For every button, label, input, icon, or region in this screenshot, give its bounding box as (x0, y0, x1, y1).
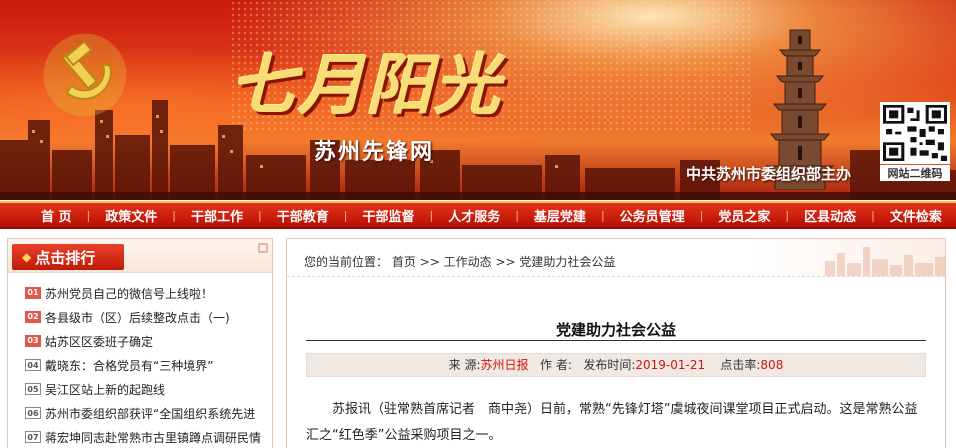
ranking-link[interactable]: 苏州市委组织部获评“全国组织系统先进 (45, 405, 255, 422)
breadcrumb-prefix: 您的当前位置： (304, 255, 389, 269)
nav-item-policy[interactable]: 政策文件 | (90, 203, 176, 227)
nav-item-cadre-education[interactable]: 干部教育 | (262, 203, 348, 227)
nav-item-talent[interactable]: 人才服务 | (433, 203, 519, 227)
list-item[interactable]: 07 蒋宏坤同志赴常熟市古里镇蹲点调研民情 (25, 425, 272, 448)
list-item[interactable]: 05 吴江区站上新的起跑线 (25, 377, 272, 401)
sponsor-text: 中共苏州市委组织部主办 (686, 165, 852, 183)
site-logo-title: 七月阳光 (230, 46, 502, 124)
rank-number-badge: 01 (25, 287, 41, 299)
author-label: 作 者: (540, 358, 572, 372)
list-item[interactable]: 06 苏州市委组织部获评“全国组织系统先进 (25, 401, 272, 425)
rank-number-badge: 06 (25, 407, 41, 419)
breadcrumb-path: 您的当前位置： 首页 >> 工作动态 >> 党建助力社会公益 (304, 253, 615, 270)
main-nav: 首 页 | 政策文件 | 干部工作 | 干部教育 | 干部监督 | 人才服务 | 基层党建 |… (0, 201, 956, 229)
ranking-link[interactable]: 苏州党员自己的微信号上线啦！ (45, 285, 213, 302)
nav-link[interactable]: 政策文件 (90, 206, 172, 225)
nav-link[interactable]: 文件检索 (875, 206, 956, 225)
nav-link[interactable]: 首 页 (26, 206, 87, 225)
nav-item-doc-search[interactable]: 文件检索 (875, 203, 956, 227)
site-name: 苏州先锋网 (314, 140, 435, 165)
ranking-link[interactable]: 戴晓东：合格党员有“三种境界” (45, 357, 213, 374)
hit-count: 808 (760, 358, 784, 372)
article-meta-bar: 来 源:苏州日报 作 者: 发布时间:2019-01-21 点击率:808 (306, 353, 926, 377)
nav-item-civil-service[interactable]: 公务员管理 | (605, 203, 704, 227)
rank-number-badge: 04 (25, 359, 41, 371)
star-icon: ◆ (22, 250, 32, 264)
nav-link[interactable]: 党员之家 (703, 206, 785, 225)
ranking-link[interactable]: 蒋宏坤同志赴常熟市古里镇蹲点调研民情 (45, 429, 261, 446)
corner-decoration-icon (258, 243, 268, 253)
rank-number-badge: 05 (25, 383, 41, 395)
rank-number-badge: 02 (25, 311, 41, 323)
rank-number-badge: 07 (25, 431, 41, 443)
skyline-decoration-icon (825, 247, 945, 276)
date-label: 发布时间: (583, 358, 636, 372)
nav-link[interactable]: 人才服务 (433, 206, 515, 225)
ranking-title: 点击排行 (35, 248, 96, 267)
nav-link[interactable]: 公务员管理 (605, 206, 700, 225)
nav-link[interactable]: 干部监督 (347, 206, 429, 225)
article-title: 党建助力社会公益 (555, 321, 676, 339)
qr-code-image[interactable] (880, 102, 950, 164)
article-body: 苏报讯（驻常熟首席记者 商中尧）日前，常熟“先锋灯塔”虞城夜间课堂项目正式启动。… (306, 402, 918, 443)
ranking-link[interactable]: 各县级市（区）后续整改点击（一) (45, 309, 230, 326)
breadcrumb: 您的当前位置： 首页 >> 工作动态 >> 党建助力社会公益 (287, 239, 945, 277)
rank-number-badge: 03 (25, 335, 41, 347)
ranking-link[interactable]: 吴江区站上新的起跑线 (45, 381, 165, 398)
source-label: 来 源: (448, 358, 481, 372)
breadcrumb-section-link[interactable]: 工作动态 (444, 255, 492, 269)
publish-date: 2019-01-21 (635, 358, 706, 372)
nav-link[interactable]: 基层党建 (519, 206, 601, 225)
breadcrumb-separator: >> (419, 255, 440, 269)
ranking-header: ◆ 点击排行 (8, 239, 272, 273)
breadcrumb-home-link[interactable]: 首页 (392, 255, 416, 269)
nav-link[interactable]: 区县动态 (789, 206, 871, 225)
qr-code-label: 网站二维码 (880, 165, 950, 181)
ranking-link[interactable]: 姑苏区区委班子确定 (45, 333, 153, 350)
click-ranking-panel: ◆ 点击排行 01 苏州党员自己的微信号上线啦！ 02 各县级市（区）后续整改点击（… (7, 238, 273, 448)
site-banner: 七月阳光 苏州先锋网 网站二维码 中共苏州市委组织部主办 (0, 0, 956, 200)
ranking-list: 01 苏州党员自己的微信号上线啦！ 02 各县级市（区）后续整改点击（一) 03 姑苏… (8, 273, 272, 448)
list-item[interactable]: 02 各县级市（区）后续整改点击（一) (25, 305, 272, 329)
nav-item-district-news[interactable]: 区县动态 | (789, 203, 875, 227)
nav-item-cadre-supervision[interactable]: 干部监督 | (347, 203, 433, 227)
nav-link[interactable]: 干部教育 (262, 206, 344, 225)
article-panel: 您的当前位置： 首页 >> 工作动态 >> 党建助力社会公益 党建助力社会公益 … (286, 238, 946, 448)
nav-item-member-home[interactable]: 党员之家 | (703, 203, 789, 227)
title-divider (306, 340, 926, 341)
list-item[interactable]: 04 戴晓东：合格党员有“三种境界” (25, 353, 272, 377)
list-item[interactable]: 03 姑苏区区委班子确定 (25, 329, 272, 353)
breadcrumb-current: 党建助力社会公益 (519, 255, 616, 269)
hits-label: 点击率: (720, 358, 761, 372)
breadcrumb-separator: >> (495, 255, 516, 269)
source-link[interactable]: 苏州日报 (481, 358, 529, 372)
nav-item-home[interactable]: 首 页 | (26, 203, 90, 227)
nav-item-cadre-work[interactable]: 干部工作 | (176, 203, 262, 227)
list-item[interactable]: 01 苏州党员自己的微信号上线啦！ (25, 281, 272, 305)
ranking-title-tab: ◆ 点击排行 (12, 244, 124, 270)
nav-item-grassroots[interactable]: 基层党建 | (519, 203, 605, 227)
party-emblem-icon (43, 33, 127, 117)
nav-link[interactable]: 干部工作 (176, 206, 258, 225)
